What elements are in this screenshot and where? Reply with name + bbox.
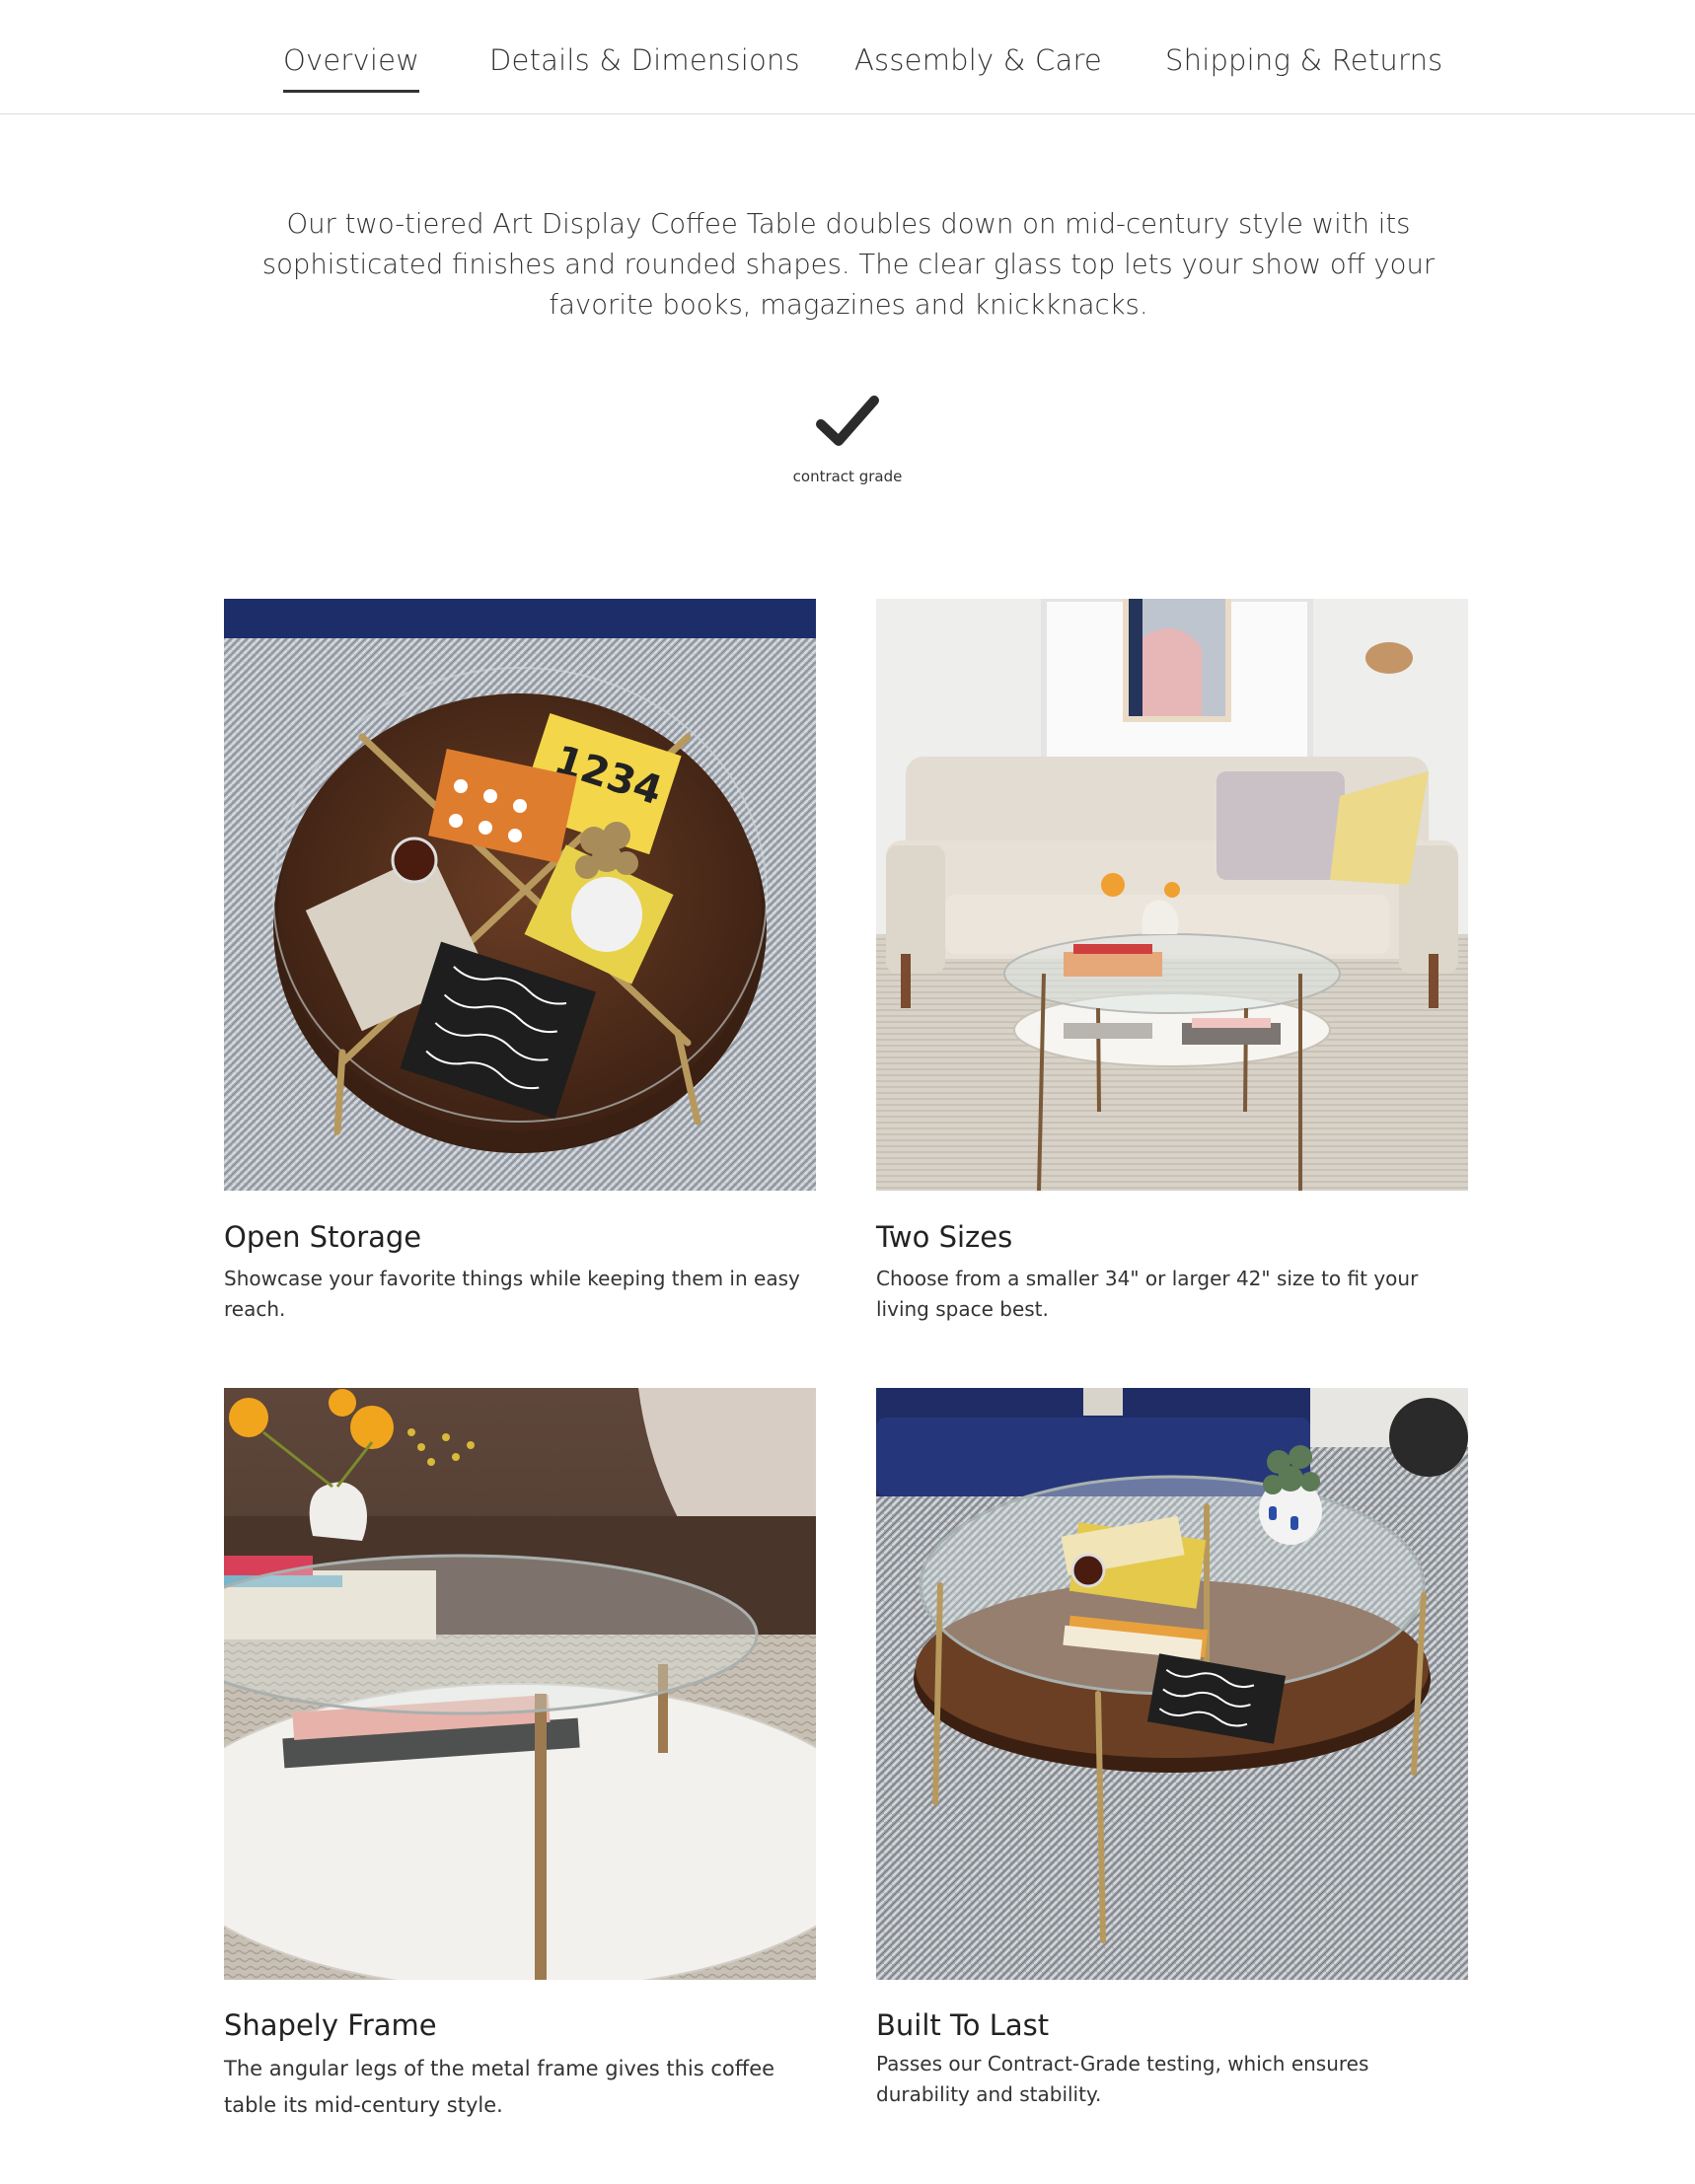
table-on-rug-photo — [876, 1388, 1468, 1980]
feature-description: The angular legs of the metal frame give… — [224, 2057, 775, 2117]
contract-grade-badge: contract grade — [749, 395, 946, 485]
feature-open-storage: 1234 Open Storage Showcase your favorite… — [224, 599, 816, 1321]
checkmark-icon — [816, 396, 879, 446]
coffee-table-top-view-photo: 1234 — [224, 599, 816, 1191]
product-description: Our two-tiered Art Display Coffee Table … — [261, 208, 1436, 321]
feature-title: Two Sizes — [876, 1220, 1013, 1254]
feature-description: Choose from a smaller 34" or larger 42" … — [876, 1267, 1419, 1321]
feature-description: Showcase your favorite things while keep… — [224, 1267, 800, 1321]
badge-label: contract grade — [792, 468, 903, 485]
tab-overview[interactable]: Overview — [283, 43, 420, 93]
frame-closeup-photo — [224, 1388, 816, 1980]
feature-title: Built To Last — [876, 2008, 1050, 2042]
feature-title: Open Storage — [224, 1220, 422, 1254]
tab-details-dimensions[interactable]: Details & Dimensions — [489, 43, 800, 77]
feature-two-sizes: Two Sizes Choose from a smaller 34" or l… — [876, 599, 1468, 1321]
feature-title: Shapely Frame — [224, 2008, 437, 2042]
tab-shipping-returns[interactable]: Shipping & Returns — [1165, 43, 1443, 77]
tab-assembly-care[interactable]: Assembly & Care — [854, 43, 1102, 77]
feature-built-to-last: Built To Last Passes our Contract-Grade … — [876, 1388, 1468, 2106]
product-tabs: Overview Details & Dimensions Assembly &… — [0, 0, 1695, 114]
feature-shapely-frame: Shapely Frame The angular legs of the me… — [224, 1388, 816, 2117]
living-room-sofa-photo — [876, 599, 1468, 1191]
feature-description: Passes our Contract-Grade testing, which… — [876, 2052, 1369, 2106]
